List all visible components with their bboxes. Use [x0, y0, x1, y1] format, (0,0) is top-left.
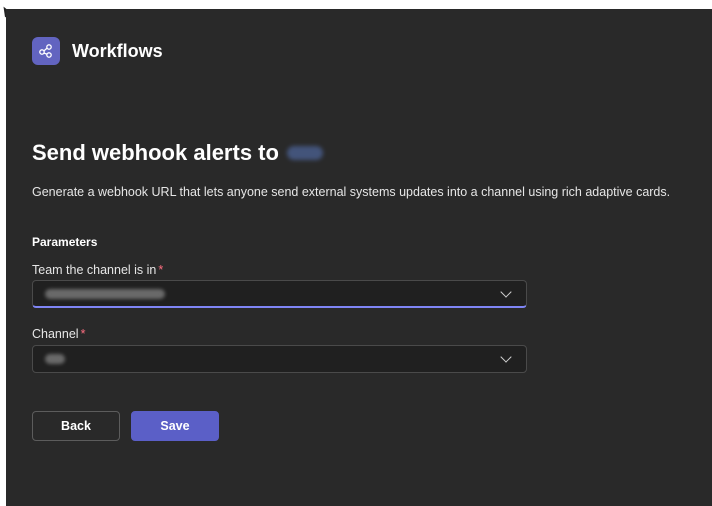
redacted-team-value	[45, 288, 165, 299]
redacted-team-name	[286, 146, 323, 160]
workflow-share-icon	[32, 37, 60, 65]
channel-dropdown[interactable]	[32, 345, 527, 373]
page-title: Send webhook alerts to	[32, 140, 323, 166]
redacted-channel-value	[45, 354, 65, 364]
chevron-down-icon	[500, 351, 512, 363]
workflow-dialog: Workflows Send webhook alerts to Generat…	[6, 9, 712, 506]
parameters-heading: Parameters	[32, 235, 98, 249]
page-title-text: Send webhook alerts to	[32, 140, 279, 165]
required-marker: *	[158, 263, 164, 277]
save-button[interactable]: Save	[131, 411, 219, 441]
team-field-label: Team the channel is in *	[32, 263, 163, 277]
channel-field-label: Channel *	[32, 327, 85, 341]
chevron-down-icon	[500, 285, 512, 298]
team-dropdown[interactable]	[32, 280, 527, 308]
required-marker: *	[80, 327, 86, 341]
channel-label-text: Channel	[32, 327, 79, 341]
page-description: Generate a webhook URL that lets anyone …	[32, 185, 671, 199]
team-label-text: Team the channel is in	[32, 263, 157, 277]
app-title: Workflows	[72, 40, 163, 61]
app-header: Workflows	[32, 37, 163, 65]
back-button[interactable]: Back	[32, 411, 120, 441]
